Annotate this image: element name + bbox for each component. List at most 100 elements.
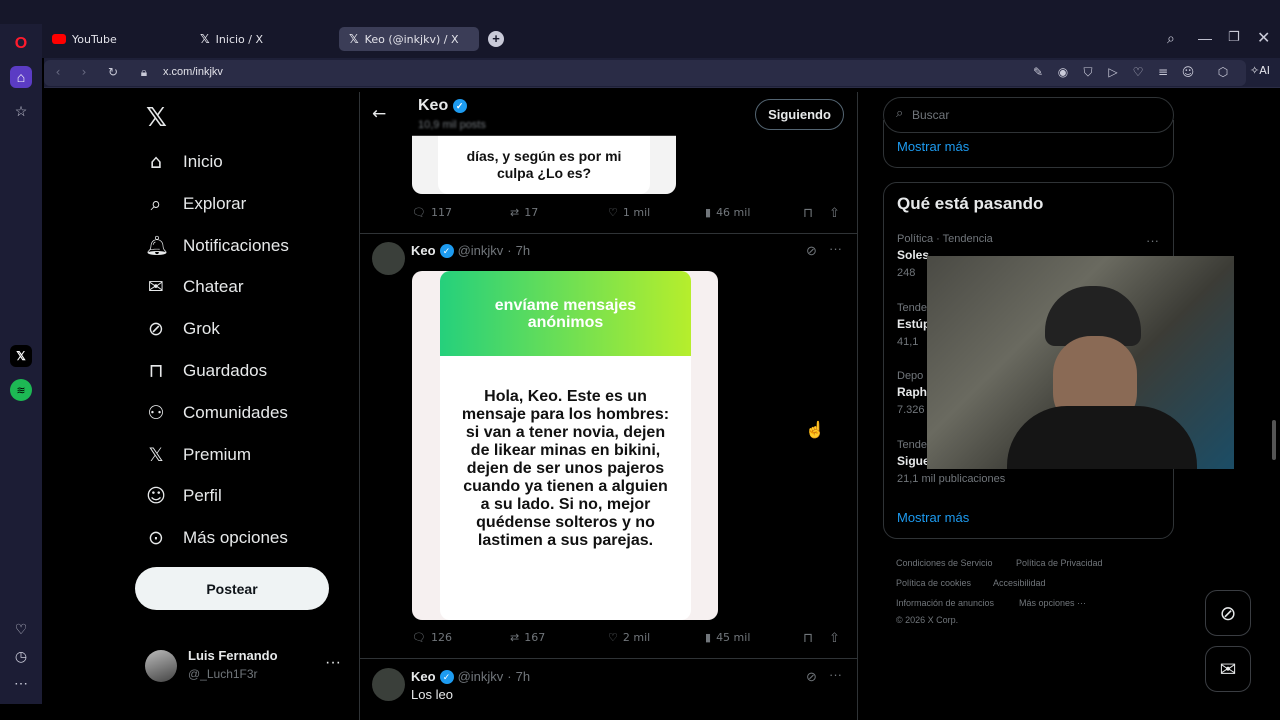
nav-item-chatear[interactable]: ✉ Chatear [145,267,243,307]
nav-item-premium[interactable]: 𝕏 Premium [145,435,251,475]
back-arrow-icon[interactable]: ← [372,104,386,124]
new-tab-button[interactable]: + [488,31,504,47]
trend-name[interactable]: Soles [897,248,929,262]
avatar[interactable] [372,668,405,701]
star-icon[interactable]: ☆ [10,100,32,122]
bookmark-icon[interactable]: ⊓ [803,206,813,221]
account-more-icon[interactable]: ··· [325,654,341,672]
camera-icon[interactable]: ◉ [1055,65,1071,79]
tab-keo-profile[interactable]: 𝕏 Keo (@inkjkv) / X [339,27,479,51]
edit-icon[interactable]: ✎ [1030,65,1046,79]
footer-link[interactable]: Información de anuncios [896,598,994,608]
tab-youtube[interactable]: YouTube [42,27,182,51]
opera-logo-icon[interactable]: O [10,33,32,55]
nav-item-más-opciones[interactable]: ⊙ Más opciones [145,518,288,558]
footer-link[interactable]: Accesibilidad [993,578,1046,588]
profile-name: Keo ✓ [418,97,467,115]
bookmark-icon[interactable]: ⊓ [803,631,813,646]
reply-button[interactable]: 🗨︎ 126 [412,631,452,644]
reload-icon[interactable]: ↻ [105,65,121,79]
avatar[interactable] [372,242,405,275]
close-window-button[interactable]: ✕ [1257,28,1270,47]
share-icon[interactable]: ⇧ [829,206,840,221]
following-button[interactable]: Siguiendo [755,99,844,130]
footer-link[interactable]: Condiciones de Servicio [896,558,993,568]
x-sidebar-icon[interactable]: 𝕏 [10,345,32,367]
home-icon[interactable]: ⌂ [10,66,32,88]
repost-icon: ⇄ [510,206,520,219]
footer-link[interactable]: Política de Privacidad [1016,558,1103,568]
repost-button[interactable]: ⇄ 167 [510,631,545,644]
tweet-image[interactable]: envíame mensajes anónimos Hola, Keo. Est… [412,271,718,620]
like-button[interactable]: ♡ 1 mil [608,206,650,219]
heart-icon: ♡ [608,206,618,219]
nav-item-label: Inicio [183,152,223,171]
trend-count: 248 [897,267,916,279]
repost-button[interactable]: ⇄ 17 [510,206,538,219]
youtube-icon [52,34,66,44]
shirt-shape [1007,406,1197,469]
forward-icon[interactable]: › [76,65,92,79]
nav-item-notificaciones[interactable]: 🔔︎ Notificaciones [145,226,289,266]
search-icon: ⌕ [150,192,162,215]
more-dots-icon[interactable]: ⋯ [10,672,32,694]
grok-fab-button[interactable]: ⊘ [1205,590,1251,636]
show-more-link[interactable]: Mostrar más [897,139,969,154]
ai-button[interactable]: ✧AI [1250,64,1270,77]
heart-toolbar-icon[interactable]: ♡ [1130,65,1146,79]
trend-name[interactable]: Estúp [897,317,930,331]
grok-icon[interactable]: ⊘ [806,669,817,685]
reply-button[interactable]: 🗨︎ 117 [412,206,452,219]
footer-link[interactable]: Política de cookies [896,578,971,588]
tweet-image[interactable]: días, y según es por mi culpa ¿Lo es? [412,135,676,194]
trend-category: Tende [897,301,927,314]
play-icon[interactable]: ▷ [1105,65,1121,79]
minimize-button[interactable]: — [1198,30,1212,46]
views-button[interactable]: ▮ 46 mil [705,206,750,219]
nav-item-grok[interactable]: ⊘ Grok [145,309,220,349]
more-icon[interactable]: ··· [829,667,842,682]
scrollbar[interactable] [1272,420,1276,460]
trend-count: 7.326 [897,404,925,416]
lock-icon: 🔒︎ [140,65,148,79]
footer-link[interactable]: Más opciones ··· [1019,598,1086,608]
avatar[interactable] [145,650,177,682]
account-name[interactable]: Luis Fernando [188,648,278,663]
messages-fab-button[interactable]: ✉ [1205,646,1251,692]
restore-button[interactable]: ❐ [1228,30,1240,45]
home-icon: ⌂ [149,151,163,173]
trends-title: Qué está pasando [897,194,1044,213]
nav-item-explorar[interactable]: ⌕ Explorar [145,184,247,224]
nav-item-inicio[interactable]: ⌂ Inicio [145,142,223,182]
tab-search-icon[interactable]: ⌕ [1167,31,1175,47]
history-icon[interactable]: ◷ [10,645,32,667]
grok-icon[interactable]: ⊘ [806,243,817,259]
share-icon[interactable]: ⇧ [829,631,840,646]
x-logo-icon[interactable]: 𝕏 [146,103,167,133]
shield-icon[interactable]: ⛉ [1080,65,1096,80]
profile-icon[interactable]: ☺ [1180,65,1196,79]
trend-more-icon[interactable]: ··· [1146,233,1159,248]
url-text[interactable]: x.com/inkjkv [163,66,223,78]
trend-name[interactable]: Raph [897,385,927,399]
sparkle-icon: ✧ [1250,64,1260,77]
post-button[interactable]: Postear [135,567,329,610]
grok-icon: ⊘ [1219,602,1237,625]
x-logo-icon: 𝕏 [200,32,210,46]
person-icon: ☺ [146,485,166,508]
tab-inicio[interactable]: 𝕏 Inicio / X [190,27,335,51]
nav-item-comunidades[interactable]: ⚇ Comunidades [145,393,287,433]
more-icon[interactable]: ··· [829,241,842,256]
like-button[interactable]: ♡ 2 mil [608,631,650,644]
back-icon[interactable]: ‹ [50,65,66,79]
verified-icon: ✓ [439,669,454,684]
show-more-link[interactable]: Mostrar más [897,510,969,525]
views-button[interactable]: ▮ 45 mil [705,631,750,644]
box-icon[interactable]: ⬡ [1215,65,1231,79]
menu-icon[interactable]: ≡ [1155,65,1171,79]
nav-item-perfil[interactable]: ☺ Perfil [145,476,222,516]
spotify-icon[interactable]: ≋ [10,379,32,401]
heart-icon[interactable]: ♡ [10,618,32,640]
nav-item-guardados[interactable]: ⊓ Guardados [145,351,268,391]
trend-name[interactable]: Sigue [897,454,930,468]
